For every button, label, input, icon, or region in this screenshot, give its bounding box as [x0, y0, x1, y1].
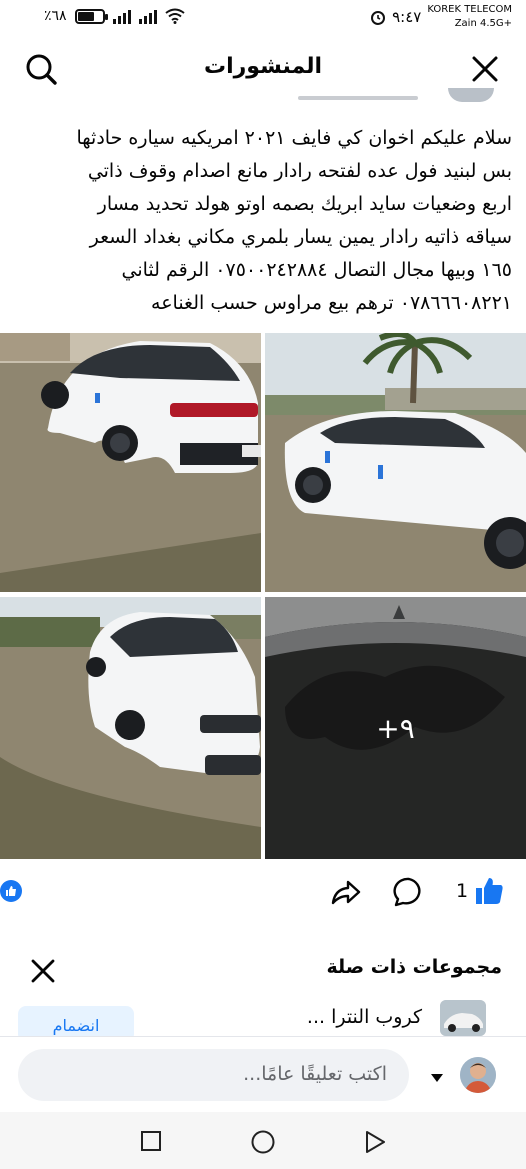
comment-input[interactable]: اكتب تعليقًا عامًا...	[18, 1049, 409, 1101]
dismiss-groups-button[interactable]	[30, 958, 56, 988]
avatar[interactable]	[460, 1057, 496, 1093]
share-icon	[331, 880, 361, 905]
back-button[interactable]	[364, 1130, 386, 1158]
like-count: 1	[456, 880, 469, 902]
wifi-icon	[164, 8, 185, 24]
post-line: سلام عليكم اخوان كي فايف ٢٠٢١ امريكيه سي…	[76, 127, 513, 149]
comment-button[interactable]	[393, 876, 425, 908]
post-photo-3[interactable]	[0, 597, 261, 859]
group-thumbnail[interactable]	[440, 1000, 486, 1036]
battery-percent: ٪٦٨	[44, 8, 67, 24]
group-name[interactable]: كروب النترا ...	[307, 1006, 422, 1028]
post-line: اربع وضعيات سايد ابريك بصمه اوتو هولد تح…	[97, 193, 512, 215]
post-author-avatar-partial	[448, 88, 494, 102]
page-title: المنشورات	[203, 54, 323, 79]
post-line: بس لبنيد فول عده لفتحه رادار مانع اصدام …	[87, 160, 512, 182]
post-author-name-partial	[298, 96, 418, 100]
group-car-image	[440, 1000, 486, 1036]
post-photo-1[interactable]	[0, 333, 261, 592]
status-right: ٩:٤٧ KOREK TELECOM Zain 4.5G+	[370, 3, 512, 31]
car-front-photo	[0, 597, 261, 859]
comment-icon	[393, 877, 421, 907]
signal-icon-2	[138, 9, 157, 24]
like-reaction-icon	[0, 880, 22, 902]
comment-bar: اكتب تعليقًا عامًا...	[0, 1036, 526, 1112]
more-photos-overlay[interactable]: +٩	[265, 597, 526, 859]
carrier-line2: Zain 4.5G+	[454, 18, 512, 29]
related-groups-title: مجموعات ذات صلة	[326, 956, 502, 978]
recents-icon	[141, 1131, 161, 1151]
close-button[interactable]	[465, 49, 505, 89]
status-time: ٩:٤٧	[392, 8, 422, 26]
post-photo-2[interactable]	[265, 333, 526, 592]
home-button[interactable]	[250, 1129, 276, 1159]
battery-icon	[74, 8, 108, 24]
carrier-line1: KOREK TELECOM	[427, 4, 512, 15]
thumbs-up-icon	[476, 878, 503, 904]
post-line: ١٦٥ وبيها مجال التصال ٠٧٥٠٠٢٤٢٨٨٤ الرقم …	[121, 259, 513, 281]
battery-fill	[77, 11, 94, 21]
close-icon	[472, 56, 498, 82]
user-avatar-image	[460, 1057, 496, 1093]
share-button[interactable]	[330, 876, 362, 908]
top-app-bar: المنشورات	[0, 36, 526, 102]
caret-down-icon	[431, 1074, 443, 1082]
post-photo-4[interactable]: +٩	[265, 597, 526, 859]
status-bar: ٪٦٨ ٩:٤٧ KOREK TELECOM Zain 4.5G+	[0, 0, 526, 36]
car-side-photo	[265, 333, 526, 592]
back-icon	[366, 1131, 385, 1153]
system-nav-bar	[0, 1112, 526, 1169]
carrier-info: KOREK TELECOM Zain 4.5G+	[427, 3, 512, 31]
signal-icon	[112, 9, 131, 24]
car-rear-photo	[0, 333, 261, 592]
post-line: سياقه ذاتيه رادار يمين يسار بلمري مكاني …	[89, 226, 512, 248]
home-icon	[251, 1130, 275, 1154]
post-text: سلام عليكم اخوان كي فايف ٢٠٢١ امريكيه سي…	[12, 122, 513, 320]
post-actions: 1	[0, 868, 526, 916]
like-button[interactable]: 1	[456, 876, 504, 906]
recents-button[interactable]	[140, 1130, 162, 1156]
audience-dropdown[interactable]	[430, 1068, 444, 1087]
close-icon	[31, 959, 55, 983]
more-photos-count: +٩	[376, 711, 415, 745]
alarm-icon	[371, 11, 386, 25]
status-left: ٪٦٨	[44, 8, 185, 24]
post-line: ٠٧٨٦٦٦٠٨٢٢١ ترهم بيع مراوس حسب الغناعه	[151, 292, 512, 314]
